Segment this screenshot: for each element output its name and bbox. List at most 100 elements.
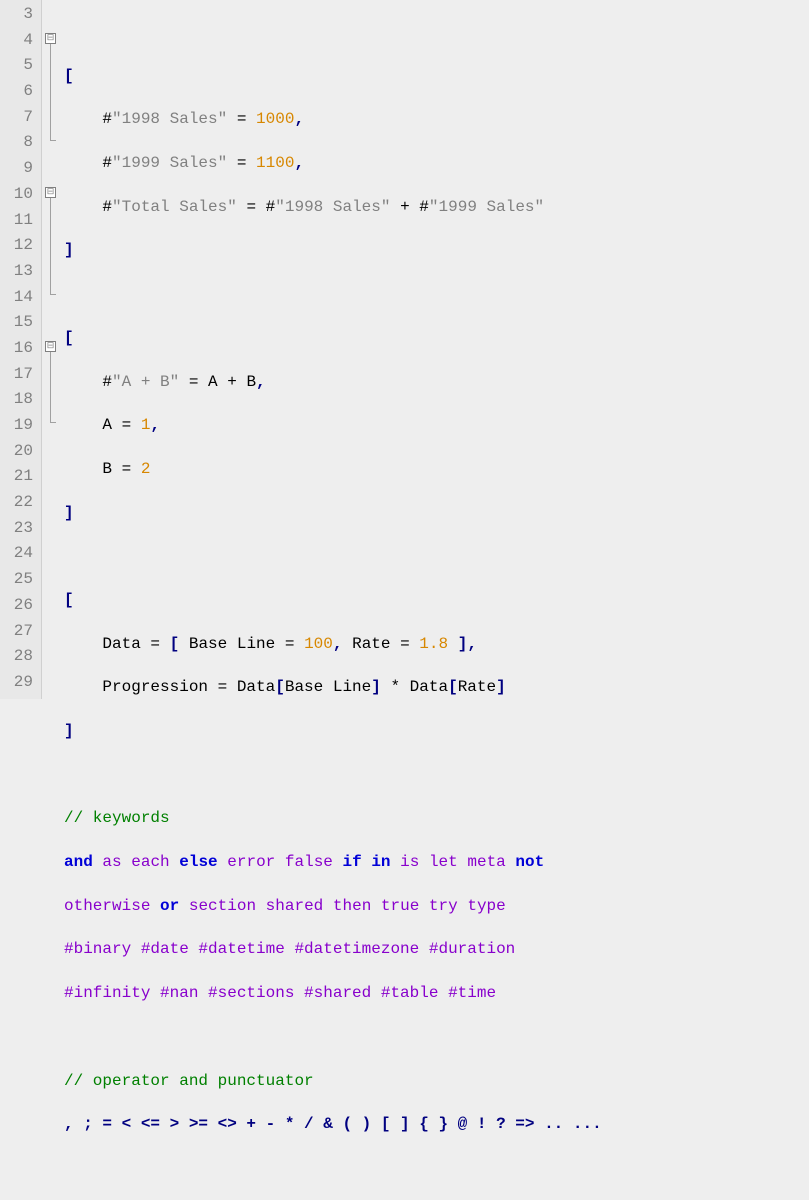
fold-toggle-icon[interactable]: ⊟ [45, 341, 56, 352]
string-literal: "Total Sales" [112, 198, 237, 216]
keyword: error [227, 853, 275, 871]
line-number: 26 [4, 593, 33, 619]
open-bracket: [ [448, 678, 458, 696]
keyword: is [400, 853, 419, 871]
line-number: 9 [4, 156, 33, 182]
ident: B = [102, 460, 140, 478]
code-line: #"1998 Sales" = 1000, [64, 107, 809, 133]
keyword: each [131, 853, 169, 871]
line-number: 7 [4, 105, 33, 131]
hash: # [266, 198, 276, 216]
number-literal: 1000 [256, 110, 294, 128]
expr: * Data [381, 678, 448, 696]
code-line: Data = [ Base Line = 100, Rate = 1.8 ], [64, 632, 809, 658]
close-bracket: ] [64, 504, 74, 522]
code-line [64, 544, 809, 570]
keyword: and [64, 853, 93, 871]
keyword: let [429, 853, 458, 871]
code-line: ] [64, 238, 809, 264]
string-literal: "A + B" [112, 373, 179, 391]
fold-toggle-icon[interactable]: ⊟ [45, 187, 56, 198]
code-line: [ [64, 326, 809, 352]
comment: // keywords [64, 809, 170, 827]
open-bracket: [ [64, 329, 74, 347]
keyword: else [179, 853, 217, 871]
line-number: 6 [4, 79, 33, 105]
close-bracket: ] [64, 241, 74, 259]
code-line: ] [64, 501, 809, 527]
keyword: as [102, 853, 121, 871]
keyword-list: #infinity #nan #sections #shared #table … [64, 984, 496, 1002]
code-line: #"1999 Sales" = 1100, [64, 151, 809, 177]
string-literal: "1999 Sales" [112, 154, 227, 172]
open-bracket: [ [64, 67, 74, 85]
space [448, 635, 458, 653]
line-number: 3 [4, 2, 33, 28]
assign: = [227, 154, 256, 172]
line-number: 5 [4, 53, 33, 79]
ident: Rate = [342, 635, 419, 653]
fold-guide [50, 198, 51, 294]
keyword: try [429, 897, 458, 915]
line-number: 17 [4, 362, 33, 388]
code-line: #"Total Sales" = #"1998 Sales" + #"1999 … [64, 195, 809, 221]
ident: Base Line [285, 678, 371, 696]
comma: , [256, 373, 266, 391]
line-number: 24 [4, 541, 33, 567]
fold-end [50, 140, 56, 141]
number-literal: 2 [141, 460, 151, 478]
code-line: #"A + B" = A + B, [64, 370, 809, 396]
code-line [64, 763, 809, 789]
hash: # [419, 198, 429, 216]
number-literal: 1 [141, 416, 151, 434]
keyword: if [343, 853, 362, 871]
hash: # [102, 110, 112, 128]
close-bracket: ] [496, 678, 506, 696]
line-number: 16 [4, 336, 33, 362]
operators: , ; = < <= > >= <> + - * / & ( ) [ ] { }… [64, 1115, 602, 1133]
fold-margin: ⊟ ⊟ ⊟ [42, 0, 60, 699]
hash: # [102, 373, 112, 391]
line-number: 18 [4, 387, 33, 413]
comma: , [294, 110, 304, 128]
keyword-list: #binary #date #datetime #datetimezone #d… [64, 940, 515, 958]
line-number: 15 [4, 310, 33, 336]
comment: // operator and punctuator [64, 1072, 314, 1090]
ident: A = [102, 416, 140, 434]
line-number: 12 [4, 233, 33, 259]
line-number: 27 [4, 619, 33, 645]
code-line [64, 1156, 809, 1182]
fold-end [50, 422, 56, 423]
keyword: or [160, 897, 179, 915]
string-literal: "1998 Sales" [112, 110, 227, 128]
line-number: 13 [4, 259, 33, 285]
code-editor[interactable]: [ #"1998 Sales" = 1000, #"1999 Sales" = … [60, 0, 809, 699]
open-bracket: [ [170, 635, 180, 653]
string-literal: "1999 Sales" [429, 198, 544, 216]
line-number: 11 [4, 208, 33, 234]
code-line: B = 2 [64, 457, 809, 483]
keyword: true [381, 897, 419, 915]
comma: , [467, 635, 477, 653]
number-literal: 1.8 [419, 635, 448, 653]
line-number: 22 [4, 490, 33, 516]
close-bracket: ] [371, 678, 381, 696]
plus-op: + [390, 198, 419, 216]
code-line: A = 1, [64, 413, 809, 439]
code-line [64, 282, 809, 308]
ident: Rate [458, 678, 496, 696]
line-number: 14 [4, 285, 33, 311]
line-number-gutter: 3 4 5 6 7 8 9 10 11 12 13 14 15 16 17 18… [0, 0, 42, 699]
number-literal: 100 [304, 635, 333, 653]
keyword: false [285, 853, 333, 871]
fold-toggle-icon[interactable]: ⊟ [45, 33, 56, 44]
code-line: #binary #date #datetime #datetimezone #d… [64, 937, 809, 963]
comma: , [150, 416, 160, 434]
line-number: 10 [4, 182, 33, 208]
comma: , [294, 154, 304, 172]
code-line: otherwise or section shared then true tr… [64, 894, 809, 920]
code-line: [ [64, 588, 809, 614]
fold-end [50, 294, 56, 295]
ident: Base Line = [179, 635, 304, 653]
code-line [64, 20, 809, 46]
